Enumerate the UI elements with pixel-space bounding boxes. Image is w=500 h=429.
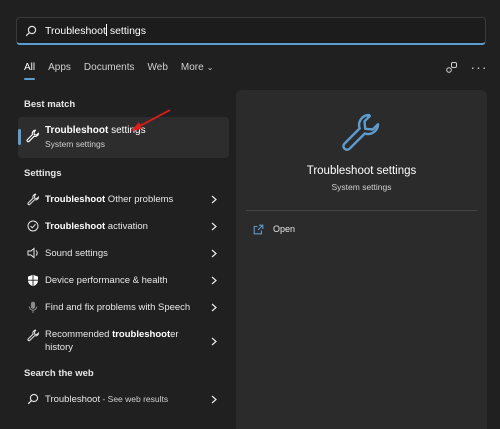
chevron-right-icon [209,195,219,204]
settings-item-activation[interactable]: Troubleshoot activation [18,219,229,233]
chevron-right-icon [209,395,219,404]
wrench-icon [342,113,380,151]
chevron-right-icon [209,337,219,346]
detail-subtitle: System settings [331,182,392,192]
share-icon[interactable] [444,60,458,74]
tab-documents[interactable]: Documents [84,60,135,80]
tab-apps[interactable]: Apps [48,60,71,80]
selection-indicator [18,129,21,145]
search-input[interactable]: Troubleshoot settings [16,17,486,45]
chevron-right-icon [209,303,219,312]
tab-web[interactable]: Web [148,60,168,80]
filter-tabs: All Apps Documents Web More ⌄ [24,60,226,80]
settings-item-speech[interactable]: Find and fix problems with Speech [18,300,229,314]
best-match-result[interactable]: Troubleshoot settings System settings [18,117,229,158]
speaker-icon [26,246,40,260]
more-options-icon[interactable]: ··· [471,59,487,75]
wrench-icon [26,328,40,342]
settings-item-sound[interactable]: Sound settings [18,246,229,260]
chevron-down-icon: ⌄ [206,63,214,72]
settings-item-recommended-history[interactable]: Recommended troubleshooter history [18,327,229,355]
chevron-right-icon [209,249,219,258]
shield-icon [26,273,40,287]
open-external-icon [253,223,265,235]
tab-all[interactable]: All [24,60,36,80]
divider [246,210,477,211]
search-web-heading: Search the web [24,368,94,379]
search-icon [26,392,40,406]
microphone-icon [26,300,40,314]
chevron-right-icon [209,222,219,231]
annotation-arrow-icon [131,109,171,131]
tab-more[interactable]: More ⌄ [181,60,214,80]
wrench-icon [26,192,40,206]
wrench-icon [26,129,40,143]
best-match-heading: Best match [24,99,76,110]
check-circle-icon [26,219,40,233]
settings-item-device-performance[interactable]: Device performance & health [18,273,229,287]
web-search-result[interactable]: Troubleshoot - See web results [18,392,229,406]
detail-title: Troubleshoot settings [306,165,417,177]
search-query: Troubleshoot settings [45,24,147,37]
best-match-subtitle: System settings [45,139,105,149]
search-icon [25,24,39,38]
settings-item-other-problems[interactable]: Troubleshoot Other problems [18,192,229,206]
detail-pane: Troubleshoot settings System settings Op… [236,90,487,429]
open-action[interactable]: Open [253,223,295,235]
chevron-right-icon [209,276,219,285]
settings-heading: Settings [24,168,62,179]
